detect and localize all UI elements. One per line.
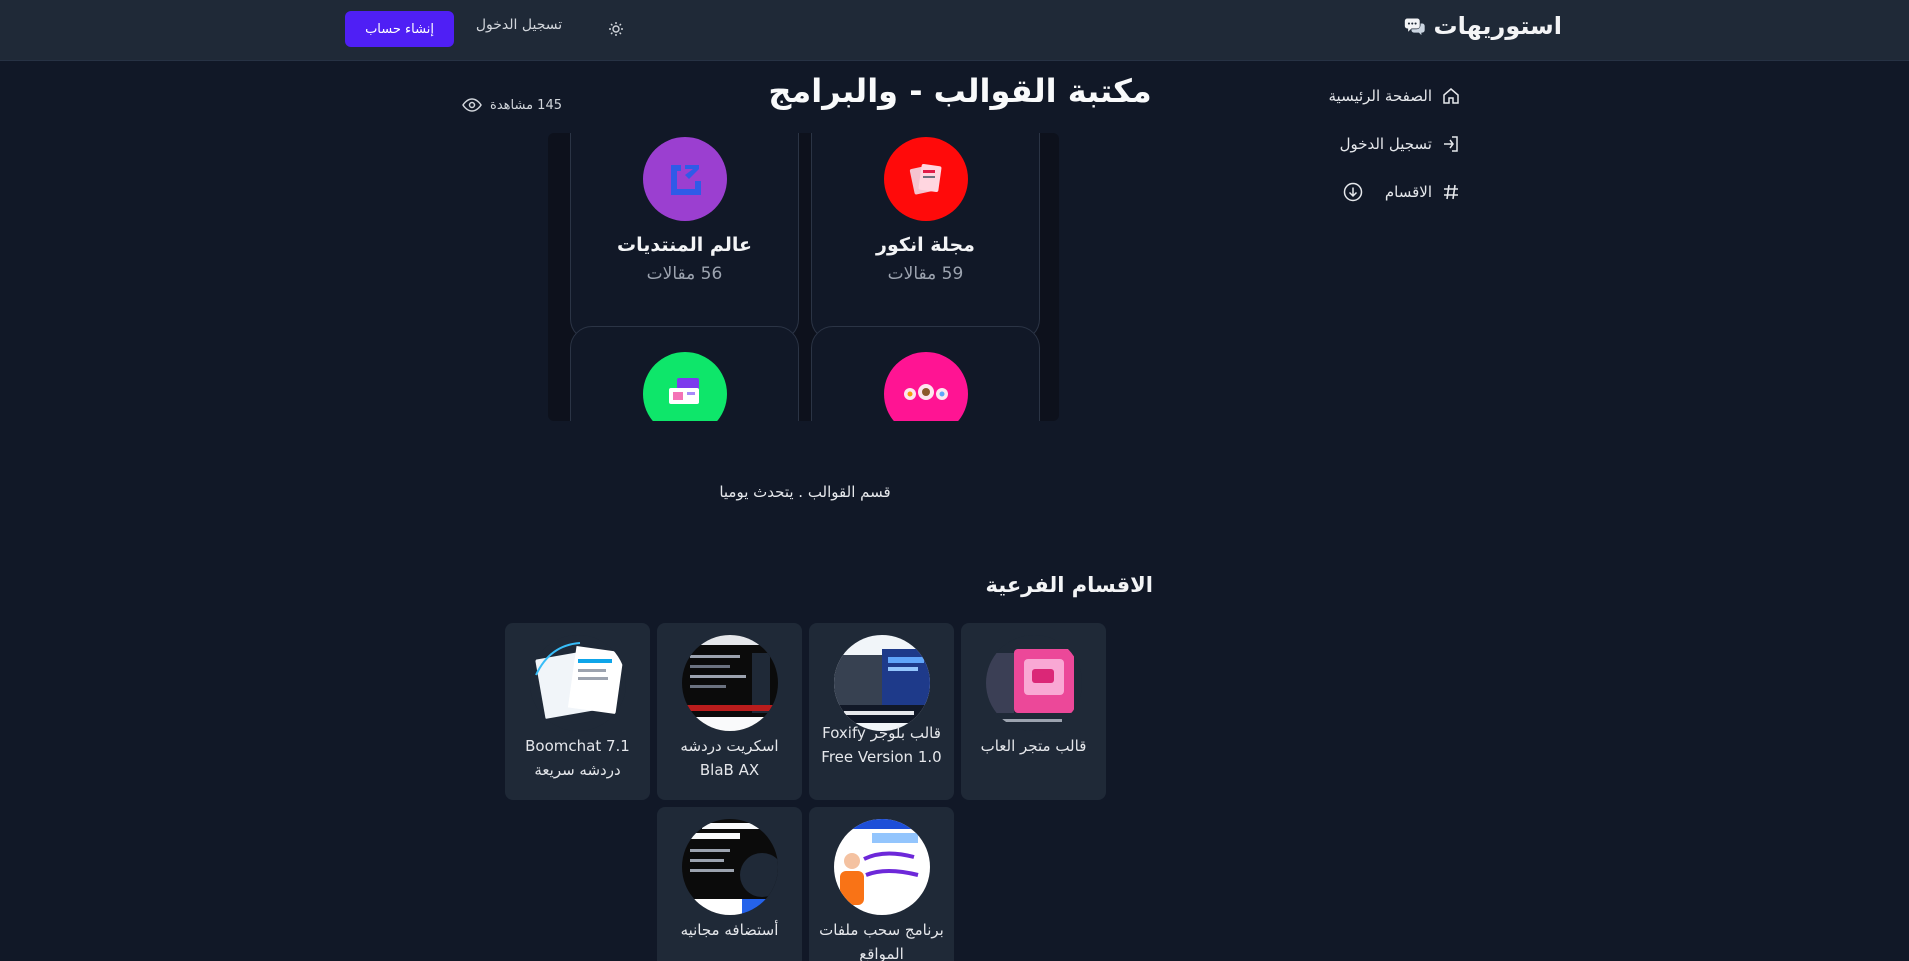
subsection-thumbnail (682, 635, 778, 731)
hash-icon (1444, 184, 1458, 200)
subsection-label: قالب متجر العاب (980, 737, 1087, 755)
category-card[interactable]: عالم المنتديات 56 مقالات (570, 133, 799, 341)
forum-logo-icon (671, 165, 701, 195)
subsection-thumbnail (834, 819, 930, 915)
category-carousel[interactable]: مجلة انكور 59 مقالات عالم المنتديات 56 م… (548, 133, 1059, 421)
sidebar-item-label: الصفحة الرئيسية (1328, 87, 1433, 105)
brand-logo[interactable]: استوريهات (1404, 8, 1562, 44)
page-title: مكتبة القوالب - والبرامج (768, 72, 1152, 110)
category-name: عالم المنتديات (617, 234, 752, 256)
subsection-label: اسكريت دردشه BlaB AX (680, 737, 779, 779)
subsection-thumbnail (530, 635, 626, 731)
category-count: 59 مقالات (887, 264, 964, 284)
subsection-label: برنامج سحب ملفات المواقع (819, 921, 944, 961)
signup-button[interactable]: إنشاء حساب (345, 11, 454, 47)
community-icon (904, 384, 948, 400)
category-avatar (884, 352, 968, 421)
category-card[interactable] (811, 326, 1040, 421)
subsection-thumbnail (986, 635, 1082, 731)
eye-icon (462, 98, 482, 112)
login-icon (1444, 136, 1458, 152)
sidebar-item-login[interactable]: تسجيل الدخول (1300, 130, 1460, 158)
brand-name: استوريهات (1433, 12, 1562, 40)
category-card[interactable]: مجلة انكور 59 مقالات (811, 133, 1040, 341)
sidebar-item-home[interactable]: الصفحة الرئيسية (1300, 82, 1460, 110)
subsection-label: قالب بلوجر Foxify Free Version 1.0 (821, 724, 942, 766)
category-name: مجلة انكور (876, 234, 975, 256)
subsection-label: أستضافه مجانيه (680, 921, 779, 939)
sidebar-item-sections[interactable]: الاقسام (1300, 178, 1460, 206)
chat-bubbles-icon (1404, 18, 1425, 36)
home-icon (1443, 88, 1459, 104)
view-count: 145 مشاهدة (452, 94, 562, 116)
subsection-thumbnail (682, 819, 778, 915)
subsection-tile[interactable]: Boomchat 7.1 دردشه سريعة (505, 623, 650, 800)
sun-icon (609, 22, 623, 36)
subsections-title: الاقسام الفرعية (985, 573, 1153, 597)
magazine-icon (909, 163, 942, 195)
header-login-link[interactable]: تسجيل الدخول (473, 17, 565, 37)
subsection-tile[interactable]: قالب متجر العاب (961, 623, 1106, 800)
section-tagline: قسم القوالب . يتحدث يوميا (719, 483, 891, 501)
subsection-label: Boomchat 7.1 دردشه سريعة (525, 737, 630, 779)
view-count-label: 145 مشاهدة (490, 97, 562, 113)
subsection-tile[interactable]: أستضافه مجانيه (657, 807, 802, 961)
chevron-down-circle-icon[interactable] (1343, 182, 1363, 202)
sidebar-item-label: الاقسام (1384, 183, 1432, 201)
category-card[interactable] (570, 326, 799, 421)
storefront-icon (669, 378, 699, 404)
subsection-tile[interactable]: برنامج سحب ملفات المواقع (809, 807, 954, 961)
theme-toggle-button[interactable] (606, 19, 626, 39)
subsection-tile[interactable]: اسكريت دردشه BlaB AX (657, 623, 802, 800)
category-avatar (643, 137, 727, 221)
top-bar: استوريهات إنشاء حساب تسجيل الدخول (0, 0, 1909, 61)
sidebar-item-label: تسجيل الدخول (1339, 135, 1432, 153)
category-avatar (643, 352, 727, 421)
subsection-thumbnail (834, 635, 930, 731)
subsection-tile[interactable]: قالب بلوجر Foxify Free Version 1.0 (809, 623, 954, 800)
category-avatar (884, 137, 968, 221)
category-count: 56 مقالات (646, 264, 723, 284)
